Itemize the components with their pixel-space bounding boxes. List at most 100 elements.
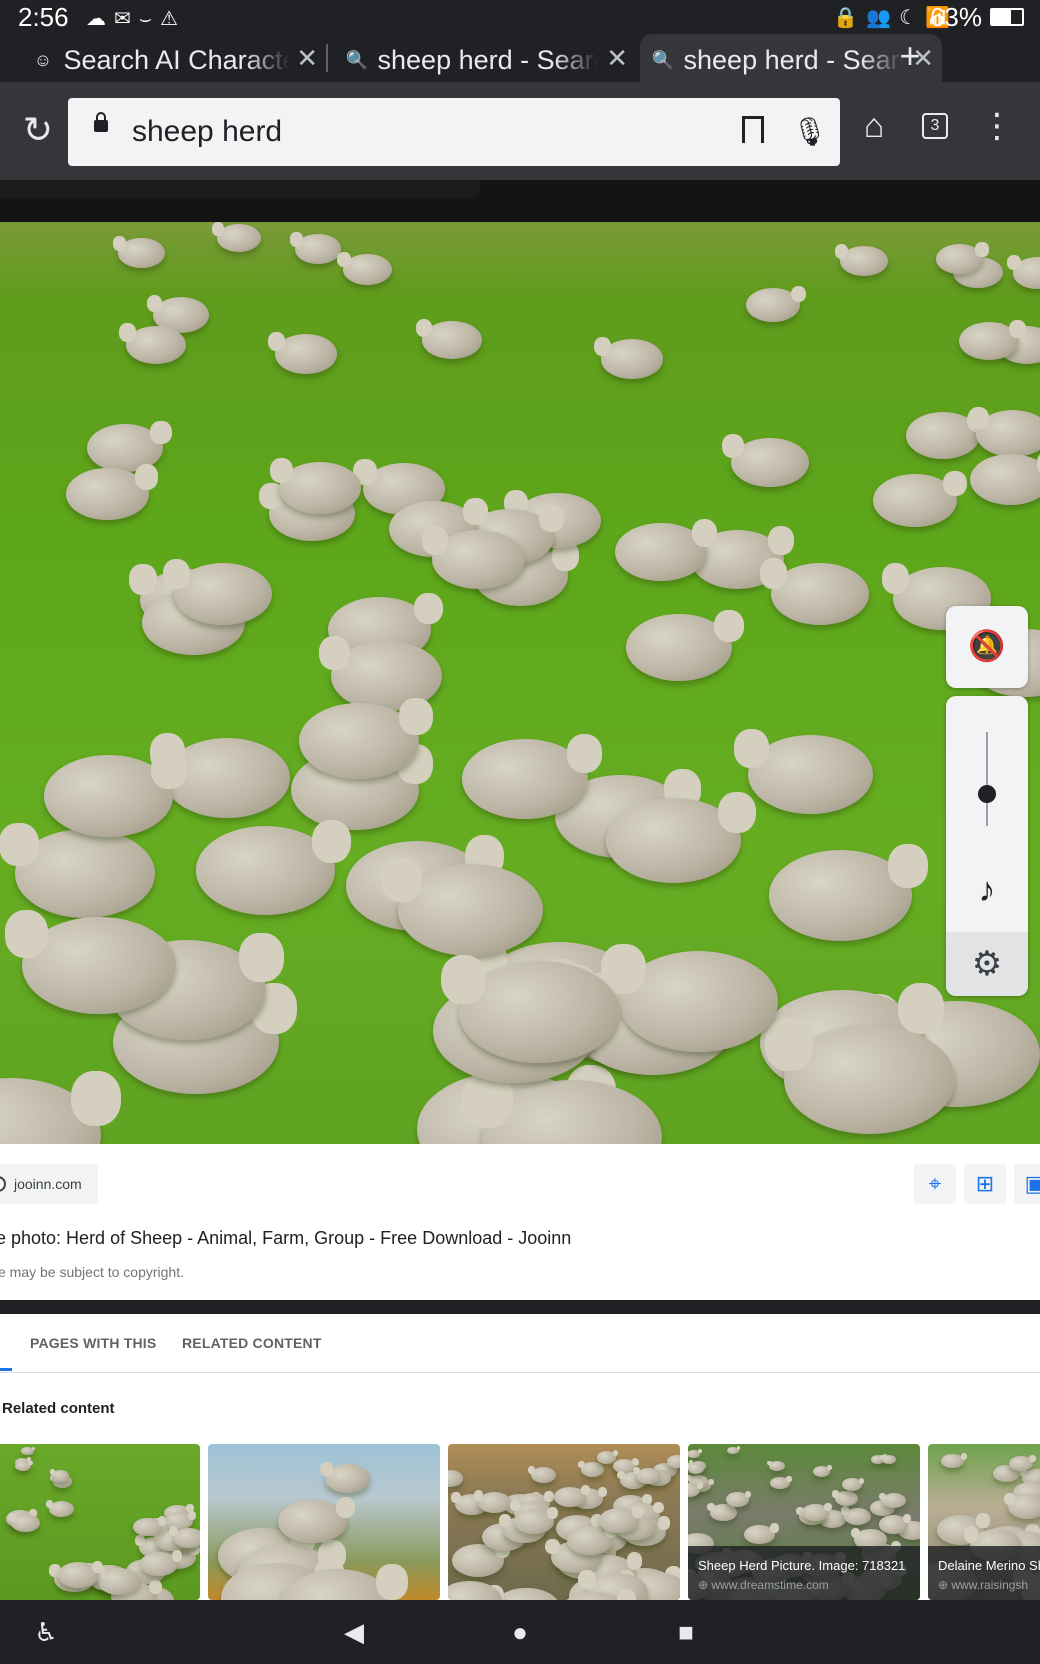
image-info-panel: jooinn.com ⌖ ⊞ ▣ e photo: Herd of Sheep … bbox=[0, 1144, 1040, 1300]
globe-icon: ⊕ bbox=[938, 1578, 952, 1592]
address-bar[interactable]: sheep herd 🎙 bbox=[68, 98, 840, 166]
accessibility-icon[interactable]: ♿ bbox=[26, 1600, 66, 1664]
sheep-head bbox=[46, 1499, 54, 1508]
sheep bbox=[578, 1461, 604, 1477]
amazon-icon: ⌣ bbox=[138, 8, 160, 30]
related-thumbnail[interactable]: Sheep Herd Picture. Image: 718321 ⊕ www.… bbox=[688, 1444, 920, 1600]
related-thumbnail[interactable] bbox=[0, 1444, 200, 1600]
sheep bbox=[1003, 1492, 1040, 1520]
related-thumbnail[interactable]: Delaine Merino Sh ⊕ www.raisingsh bbox=[928, 1444, 1040, 1600]
notifications-off-button[interactable]: 🔕 bbox=[946, 606, 1028, 688]
settings-icon[interactable]: ⚙ bbox=[946, 932, 1028, 996]
sheep-head bbox=[28, 1460, 33, 1466]
character-icon: ☺ bbox=[33, 49, 53, 70]
sheep-head bbox=[858, 1477, 865, 1484]
microphone-icon[interactable]: 🎙 bbox=[792, 112, 828, 152]
sheep-head bbox=[744, 1491, 752, 1499]
tab-related-content[interactable]: RELATED CONTENT bbox=[182, 1314, 322, 1372]
main-image-sheep-herd[interactable] bbox=[0, 222, 1040, 1144]
sheep bbox=[58, 1560, 104, 1588]
url-text[interactable]: sheep herd bbox=[132, 110, 282, 154]
sheep-head bbox=[888, 843, 929, 888]
tab-search-ai-characters[interactable]: ☺ Search AI Characte ✕ bbox=[0, 34, 326, 82]
sheep-head bbox=[70, 1070, 121, 1126]
sheep-head bbox=[451, 1492, 461, 1503]
sheep-head bbox=[840, 1506, 849, 1515]
sheep bbox=[269, 458, 361, 514]
overflow-menu-icon[interactable]: ⋮ bbox=[980, 106, 1014, 146]
close-tab-icon[interactable]: ✕ bbox=[296, 34, 318, 82]
sheep bbox=[162, 558, 272, 626]
sheep bbox=[337, 251, 393, 285]
notifications-off-icon: 🔕 bbox=[968, 630, 1006, 663]
sheep-head bbox=[545, 1538, 560, 1555]
add-collection-icon[interactable]: ⊞ bbox=[964, 1164, 1006, 1204]
sheep bbox=[299, 697, 433, 780]
close-tab-icon[interactable]: ✕ bbox=[606, 34, 628, 82]
sheep-head bbox=[976, 1513, 990, 1528]
sheep bbox=[878, 1514, 912, 1534]
sheep bbox=[593, 336, 664, 379]
sheep-head bbox=[399, 697, 433, 735]
tab-sheep-herd-1[interactable]: 🔍 sheep herd - Search ✕ bbox=[334, 34, 636, 82]
sheep bbox=[1007, 255, 1040, 289]
sheep bbox=[813, 1465, 832, 1477]
tab-indicator bbox=[0, 1368, 12, 1371]
related-content-heading: Related content bbox=[2, 1400, 115, 1417]
recents-icon[interactable]: ■ bbox=[666, 1600, 706, 1664]
bookmark-icon[interactable] bbox=[742, 116, 764, 147]
sheep-head bbox=[850, 1527, 860, 1538]
sheep-head bbox=[375, 1564, 408, 1600]
sheep-head bbox=[318, 636, 350, 671]
sheep-head bbox=[188, 1511, 197, 1520]
sheep bbox=[49, 1469, 70, 1482]
sheep-head bbox=[769, 1523, 779, 1533]
image-icon[interactable]: ▣ bbox=[1014, 1164, 1040, 1204]
sheep-head bbox=[337, 251, 352, 267]
sheep-head bbox=[943, 470, 967, 497]
sheep bbox=[21, 1446, 36, 1455]
sheep bbox=[448, 1470, 464, 1487]
sheep-head bbox=[626, 1552, 643, 1570]
volume-slider-track[interactable] bbox=[986, 732, 988, 826]
sheep bbox=[764, 1018, 955, 1134]
sheep-head bbox=[707, 1502, 715, 1511]
sheep bbox=[92, 1566, 140, 1596]
sheep-head bbox=[462, 497, 488, 525]
tab-switcher-button[interactable]: 3 bbox=[922, 113, 948, 139]
sheep bbox=[688, 1482, 703, 1497]
home-circle-icon[interactable]: ● bbox=[500, 1600, 540, 1664]
sheep-head bbox=[764, 1018, 813, 1071]
globe-icon bbox=[0, 1176, 6, 1192]
sheep bbox=[840, 1506, 872, 1525]
back-icon[interactable]: ◀ bbox=[334, 1600, 374, 1664]
sheep-head bbox=[149, 1579, 162, 1594]
tab-pages-with-this[interactable]: PAGES WITH THIS bbox=[30, 1314, 156, 1372]
related-thumbnail[interactable] bbox=[208, 1444, 440, 1600]
lens-search-icon[interactable]: ⌖ bbox=[914, 1164, 956, 1204]
sheep-head bbox=[653, 1501, 665, 1514]
sheep-head bbox=[824, 1503, 832, 1512]
home-icon[interactable]: ⌂ bbox=[854, 106, 894, 146]
sheep-head bbox=[31, 1446, 36, 1451]
mail-icon: ✉ bbox=[114, 8, 139, 30]
cloud-icon: ☁ bbox=[86, 8, 114, 30]
reload-icon[interactable]: ↻ bbox=[18, 110, 58, 150]
new-tab-button[interactable]: + bbox=[886, 34, 934, 82]
sheep bbox=[688, 1449, 702, 1459]
sheep-head bbox=[960, 1452, 967, 1460]
sheep-head bbox=[786, 1476, 792, 1483]
related-thumbnail[interactable] bbox=[448, 1444, 680, 1600]
source-chip[interactable]: jooinn.com bbox=[0, 1164, 98, 1204]
vpn-lock-icon: 🔒 bbox=[833, 7, 867, 29]
sheep-head bbox=[903, 1514, 912, 1523]
music-note-icon[interactable]: ♪ bbox=[946, 868, 1028, 912]
tab-strip: ☺ Search AI Characte ✕ 🔍 sheep herd - Se… bbox=[0, 34, 1040, 82]
sheep bbox=[760, 558, 869, 625]
sheep-head bbox=[547, 1506, 559, 1520]
image-title[interactable]: e photo: Herd of Sheep - Animal, Farm, G… bbox=[0, 1228, 571, 1249]
sheep bbox=[633, 1466, 662, 1484]
sheep bbox=[596, 1450, 619, 1464]
sheep-head bbox=[135, 1535, 145, 1546]
volume-slider-knob[interactable] bbox=[978, 785, 996, 803]
